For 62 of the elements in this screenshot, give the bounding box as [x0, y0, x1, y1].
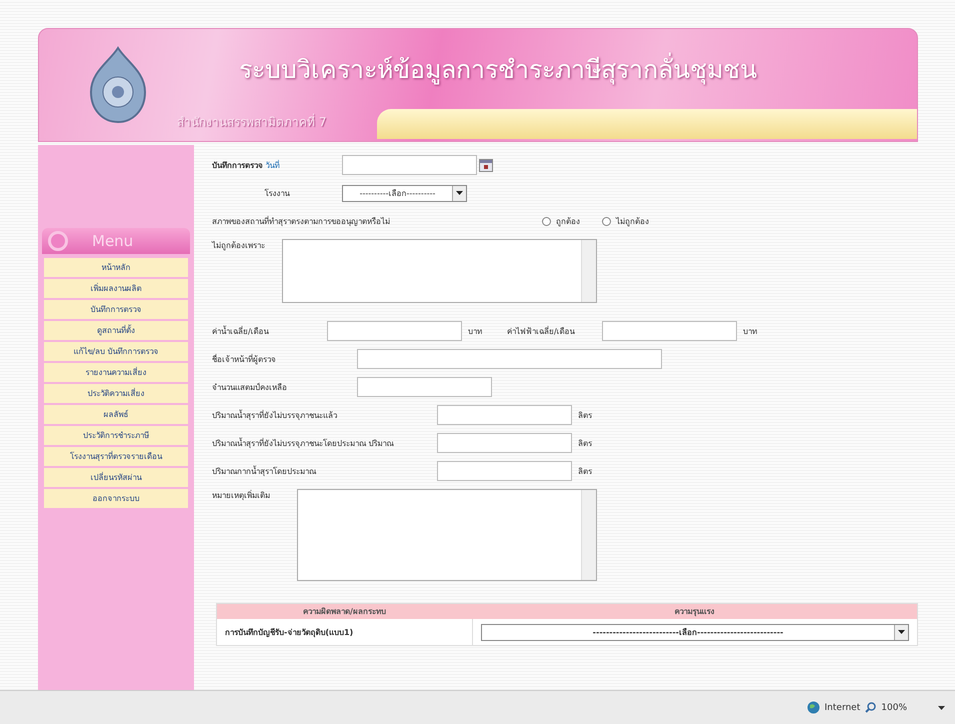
factory-label: โรงงาน — [264, 188, 291, 200]
radio-label: ไม่ถูกต้อง — [616, 216, 649, 228]
reason-textarea[interactable] — [282, 239, 597, 303]
cost-label: ค่าไฟฟ้าเฉลี่ย/เดือน — [507, 325, 576, 338]
unit-label: ลิตร — [578, 438, 592, 450]
reason-label: ไม่ถูกต้องเพราะ — [212, 240, 266, 252]
caret-icon[interactable] — [456, 191, 463, 195]
caret-icon[interactable] — [898, 630, 905, 634]
stamp-field[interactable] — [357, 377, 492, 397]
site-subtitle: สำนักงานสรรพสามิตภาคที่ 7 — [177, 112, 328, 131]
quantity-field[interactable] — [437, 461, 572, 481]
radio-label: ถูกต้อง — [556, 216, 580, 228]
inspector-label: ชื่อเจ้าหน้าที่ผู้ตรวจ — [212, 353, 277, 366]
menu-title: Menu — [92, 232, 134, 250]
menu-item[interactable]: บันทึกการตรวจ — [44, 300, 188, 319]
column-header: ความรุนแรง — [674, 606, 716, 618]
severity-dropdown[interactable]: --------------------------เลือก-------------------------- — [481, 624, 909, 640]
date-label: วันที่ — [266, 160, 280, 170]
inspector-field[interactable] — [357, 349, 662, 369]
unit-label: ลิตร — [578, 466, 592, 478]
zone-label: Internet — [824, 702, 860, 712]
column-header: ความผิดพลาด/ผลกระทบ — [302, 606, 387, 618]
cost-label: ค่าน้ำเฉลี่ย/เดือน — [212, 324, 270, 338]
menu-item[interactable]: ผลลัพธ์ — [44, 405, 188, 424]
menu-item[interactable]: ดูสถานที่ตั้ง — [44, 321, 188, 340]
menu-item[interactable]: ออกจากระบบ — [44, 489, 188, 508]
quantity-field[interactable] — [437, 433, 572, 453]
quantity-label: ปริมาณกากน้ำสุราโดยประมาณ — [212, 464, 318, 478]
form-title: บันทึกการตรวจ — [212, 160, 263, 170]
circle-icon — [48, 231, 68, 251]
emblem-icon — [87, 46, 149, 124]
date-field[interactable] — [342, 155, 477, 175]
menu-item[interactable]: เพิ่มผลงานผลิต — [44, 279, 188, 298]
menu-item[interactable]: รายงานความเสี่ยง — [44, 363, 188, 382]
quantity-label: ปริมาณน้ำสุราที่ยังไม่บรรจุภาชนะแล้ว — [212, 408, 338, 422]
unit-label: ลิตร — [578, 410, 592, 422]
condition-question: สภาพของสถานที่ทำสุราตรงตามการขออนุญาตหรือไม่ — [212, 215, 391, 228]
quantity-field[interactable] — [437, 405, 572, 425]
menu-item[interactable]: โรงงานสุราที่ตรวจรายเดือน — [44, 447, 188, 466]
radio-button[interactable] — [542, 216, 551, 226]
globe-icon — [806, 701, 820, 714]
factory-dropdown[interactable]: ----------เลือก---------- — [342, 184, 467, 202]
unit-label: บาท — [468, 326, 482, 338]
menu-item[interactable]: หน้าหลัก — [44, 258, 188, 277]
cost-field[interactable] — [602, 321, 737, 341]
zoom-level[interactable]: 100% — [881, 702, 907, 712]
unit-label: บาท — [743, 326, 757, 338]
zoom-icon[interactable] — [865, 702, 876, 713]
caret-icon[interactable] — [938, 706, 945, 710]
remarks-textarea[interactable] — [297, 489, 597, 581]
menu-item[interactable]: ประวัติความเสี่ยง — [44, 384, 188, 403]
table-cell-text: การบันทึกบัญชีรับ-จ่ายวัตถุดิบ(แบบ1) — [224, 626, 354, 638]
site-title: ระบบวิเคราะห์ข้อมูลการชำระภาษีสุรากลั่นชุมชน — [217, 49, 917, 89]
quantity-label: ปริมาณน้ำสุราที่ยังไม่บรรจุภาชนะโดยประมาณ ปริมาณ — [212, 436, 395, 450]
radio-button[interactable] — [602, 216, 611, 226]
calendar-icon[interactable] — [479, 158, 493, 172]
stamp-label: จำนวนแสตมป์คงเหลือ — [212, 382, 288, 394]
remarks-label: หมายเหตุเพิ่มเติม — [212, 489, 271, 502]
menu-item[interactable]: แก้ไข/ลบ บันทึกการตรวจ — [44, 342, 188, 361]
menu-item[interactable]: เปลี่ยนรหัสผ่าน — [44, 468, 188, 487]
menu-item[interactable]: ประวัติการชำระภาษี — [44, 426, 188, 445]
cost-field[interactable] — [327, 321, 462, 341]
